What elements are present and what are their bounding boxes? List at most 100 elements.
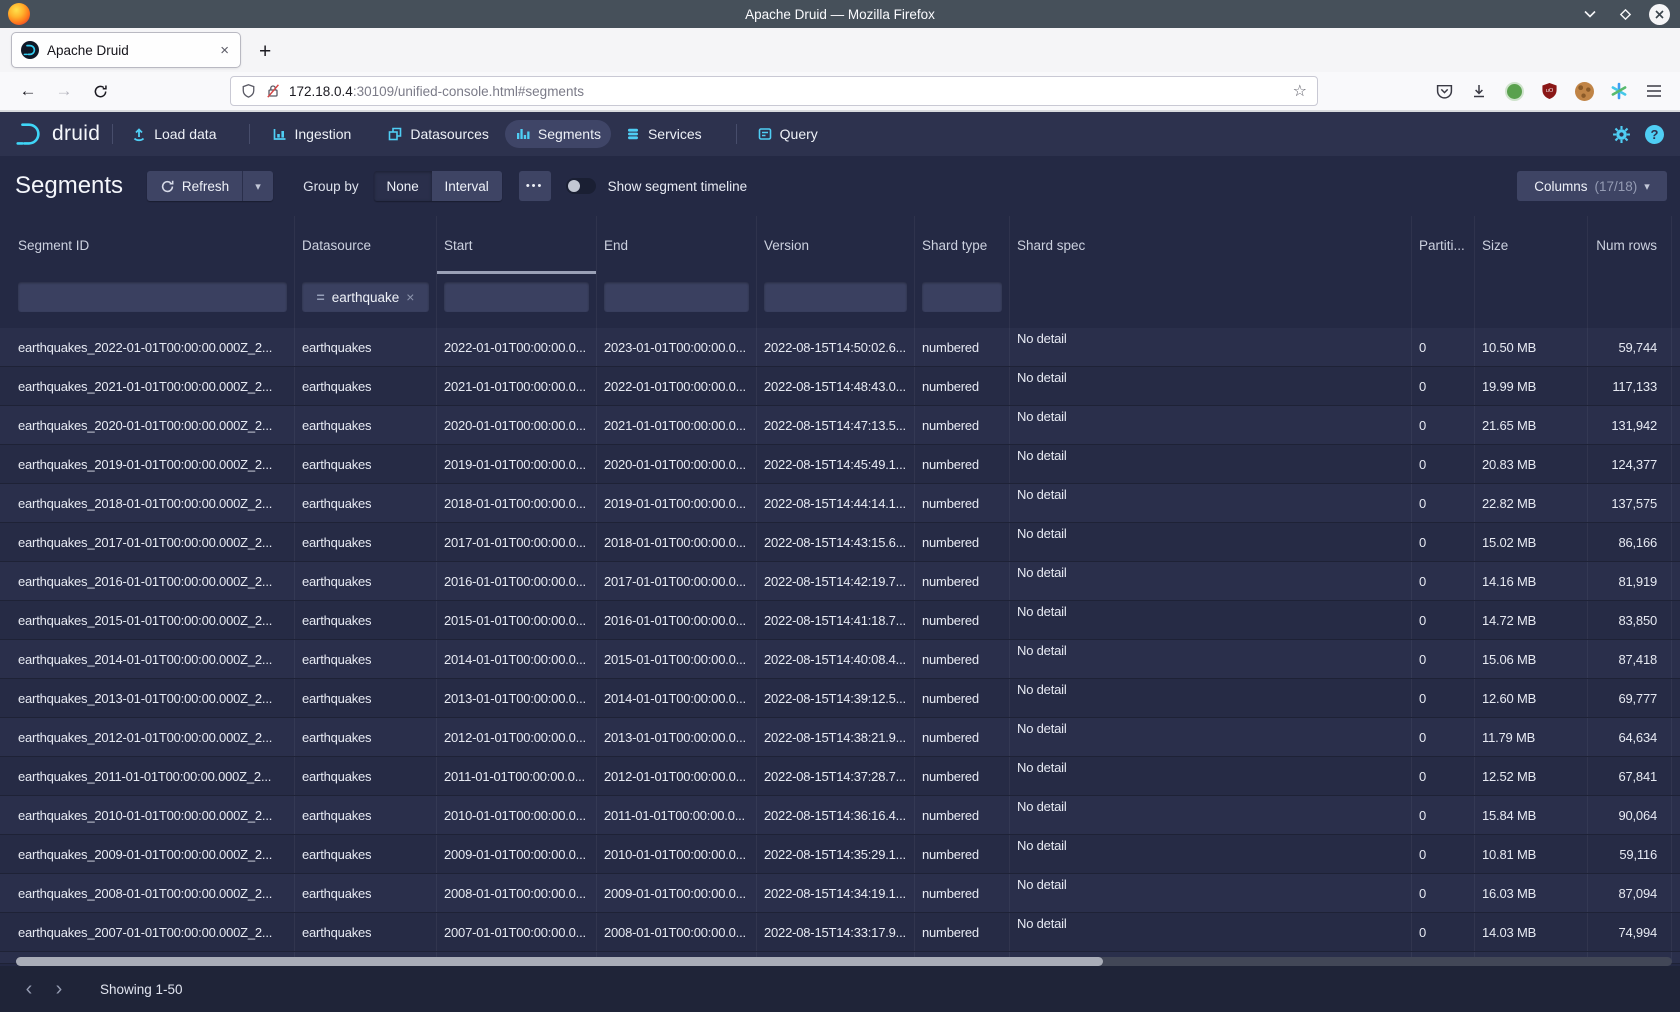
pocket-button[interactable] (1431, 78, 1457, 104)
cell-start: 2020-01-01T00:00:00.0... (437, 406, 597, 444)
table-row[interactable]: earthquakes_2021-01-01T00:00:00.000Z_2..… (0, 367, 1680, 406)
table-row[interactable]: earthquakes_2015-01-01T00:00:00.000Z_2..… (0, 601, 1680, 640)
column-header-start[interactable]: Start (437, 216, 597, 274)
new-tab-button[interactable]: + (259, 40, 271, 64)
table-row[interactable]: earthquakes_2019-01-01T00:00:00.000Z_2..… (0, 445, 1680, 484)
horizontal-scrollbar[interactable] (16, 957, 1672, 966)
table-row[interactable]: earthquakes_2018-01-01T00:00:00.000Z_2..… (0, 484, 1680, 523)
caret-down-icon: ▾ (1644, 180, 1650, 193)
bookmark-star-icon[interactable]: ☆ (1293, 81, 1307, 101)
column-header-num-rows[interactable]: Num rows (1588, 216, 1672, 274)
extension-cookie-icon[interactable] (1571, 78, 1597, 104)
ingestion-icon (272, 126, 288, 142)
help-icon[interactable]: ? (1645, 125, 1664, 144)
column-header-version[interactable]: Version (757, 216, 915, 274)
nav-load-data[interactable]: Load data (121, 120, 226, 148)
cell-num-rows: 69,777 (1588, 679, 1672, 717)
timeline-toggle[interactable] (566, 178, 596, 194)
cell-num-rows: 90,064 (1588, 796, 1672, 834)
column-header-end[interactable]: End (597, 216, 757, 274)
downloads-button[interactable] (1466, 78, 1492, 104)
table-row[interactable]: earthquakes_2017-01-01T00:00:00.000Z_2..… (0, 523, 1680, 562)
cell-shard-spec: No detail (1010, 640, 1412, 678)
table-row[interactable]: earthquakes_2010-01-01T00:00:00.000Z_2..… (0, 796, 1680, 835)
table-row[interactable]: earthquakes_2012-01-01T00:00:00.000Z_2..… (0, 718, 1680, 757)
table-row[interactable]: earthquakes_2020-01-01T00:00:00.000Z_2..… (0, 406, 1680, 445)
filter-segment-id[interactable] (18, 282, 287, 312)
columns-button[interactable]: Columns (17/18) ▾ (1517, 171, 1667, 201)
tab-apache-druid[interactable]: Apache Druid × (11, 32, 241, 68)
table-row[interactable]: earthquakes_2016-01-01T00:00:00.000Z_2..… (0, 562, 1680, 601)
extension-ublock-icon[interactable]: uO (1536, 78, 1562, 104)
filter-datasource[interactable]: = earthquake × (302, 282, 429, 312)
scrollbar-thumb[interactable] (16, 957, 1103, 966)
cell-shard-type: numbered (915, 601, 1010, 639)
previous-page-button[interactable]: ‹ (14, 974, 44, 1004)
next-page-button[interactable]: › (44, 974, 74, 1004)
nav-query-label: Query (780, 126, 818, 142)
extension-asterisk-icon[interactable] (1606, 78, 1632, 104)
tab-close-icon[interactable]: × (218, 42, 231, 59)
column-header-partitions[interactable]: Partiti... (1412, 216, 1475, 274)
cell-end: 2015-01-01T00:00:00.0... (597, 640, 757, 678)
minimize-button[interactable] (1579, 3, 1601, 25)
cell-segment-id: earthquakes_2021-01-01T00:00:00.000Z_2..… (11, 367, 295, 405)
url-bar[interactable]: 172.18.0.4:30109/unified-console.html#se… (230, 76, 1318, 106)
table-row[interactable]: earthquakes_2011-01-01T00:00:00.000Z_2..… (0, 757, 1680, 796)
group-by-none-button[interactable]: None (374, 171, 432, 201)
settings-button[interactable] (1612, 125, 1631, 144)
more-options-button[interactable]: ••• (519, 171, 551, 201)
table-row[interactable]: earthquakes_2014-01-01T00:00:00.000Z_2..… (0, 640, 1680, 679)
nav-datasources[interactable]: Datasources (377, 120, 499, 148)
reload-icon (93, 84, 108, 99)
insecure-lock-icon (265, 83, 281, 99)
equals-icon: = (317, 289, 325, 305)
table-row[interactable]: earthquakes_2007-01-01T00:00:00.000Z_2..… (0, 913, 1680, 952)
nav-segments[interactable]: Segments (505, 120, 611, 148)
filter-version[interactable] (764, 282, 907, 312)
filter-shard-type[interactable] (922, 282, 1002, 312)
close-button[interactable] (1649, 4, 1670, 25)
nav-ingestion[interactable]: Ingestion (262, 120, 362, 148)
nav-segments-label: Segments (538, 126, 601, 142)
cell-datasource: earthquakes (295, 640, 437, 678)
cell-datasource: earthquakes (295, 562, 437, 600)
cell-start: 2012-01-01T00:00:00.0... (437, 718, 597, 756)
column-header-datasource[interactable]: Datasource (295, 216, 437, 274)
nav-services[interactable]: Services (615, 120, 712, 148)
table-row[interactable]: earthquakes_2008-01-01T00:00:00.000Z_2..… (0, 874, 1680, 913)
maximize-button[interactable] (1614, 3, 1636, 25)
cell-size: 11.79 MB (1475, 718, 1588, 756)
table-row[interactable]: earthquakes_2022-01-01T00:00:00.000Z_2..… (0, 328, 1680, 367)
cell-size: 14.72 MB (1475, 601, 1588, 639)
cell-shard-type: numbered (915, 679, 1010, 717)
filter-end[interactable] (604, 282, 749, 312)
column-header-segment-id[interactable]: Segment ID (11, 216, 295, 274)
remove-filter-icon[interactable]: × (406, 289, 414, 305)
table-row[interactable]: earthquakes_2013-01-01T00:00:00.000Z_2..… (0, 679, 1680, 718)
group-by-interval-button[interactable]: Interval (432, 171, 502, 201)
druid-logo[interactable]: druid (14, 119, 100, 149)
forward-button[interactable]: → (49, 77, 79, 105)
cell-end: 2017-01-01T00:00:00.0... (597, 562, 757, 600)
column-header-shard-spec[interactable]: Shard spec (1010, 216, 1412, 274)
cell-shard-type: numbered (915, 757, 1010, 795)
cell-num-rows: 64,634 (1588, 718, 1672, 756)
back-button[interactable]: ← (13, 77, 43, 105)
cell-segment-id: earthquakes_2017-01-01T00:00:00.000Z_2..… (11, 523, 295, 561)
nav-services-label: Services (648, 126, 702, 142)
columns-label: Columns (1534, 179, 1587, 194)
refresh-dropdown-button[interactable]: ▾ (242, 171, 273, 201)
reload-button[interactable] (85, 77, 115, 105)
close-icon (1655, 10, 1664, 19)
cell-num-rows: 86,166 (1588, 523, 1672, 561)
table-row[interactable]: earthquakes_2009-01-01T00:00:00.000Z_2..… (0, 835, 1680, 874)
extension-privacy-badger-icon[interactable] (1501, 78, 1527, 104)
refresh-button[interactable]: Refresh (147, 171, 242, 201)
filter-start[interactable] (444, 282, 589, 312)
nav-query[interactable]: Query (747, 120, 828, 148)
column-header-size[interactable]: Size (1475, 216, 1588, 274)
menu-button[interactable] (1641, 78, 1667, 104)
column-header-shard-type[interactable]: Shard type (915, 216, 1010, 274)
column-label: Segment ID (18, 238, 89, 253)
